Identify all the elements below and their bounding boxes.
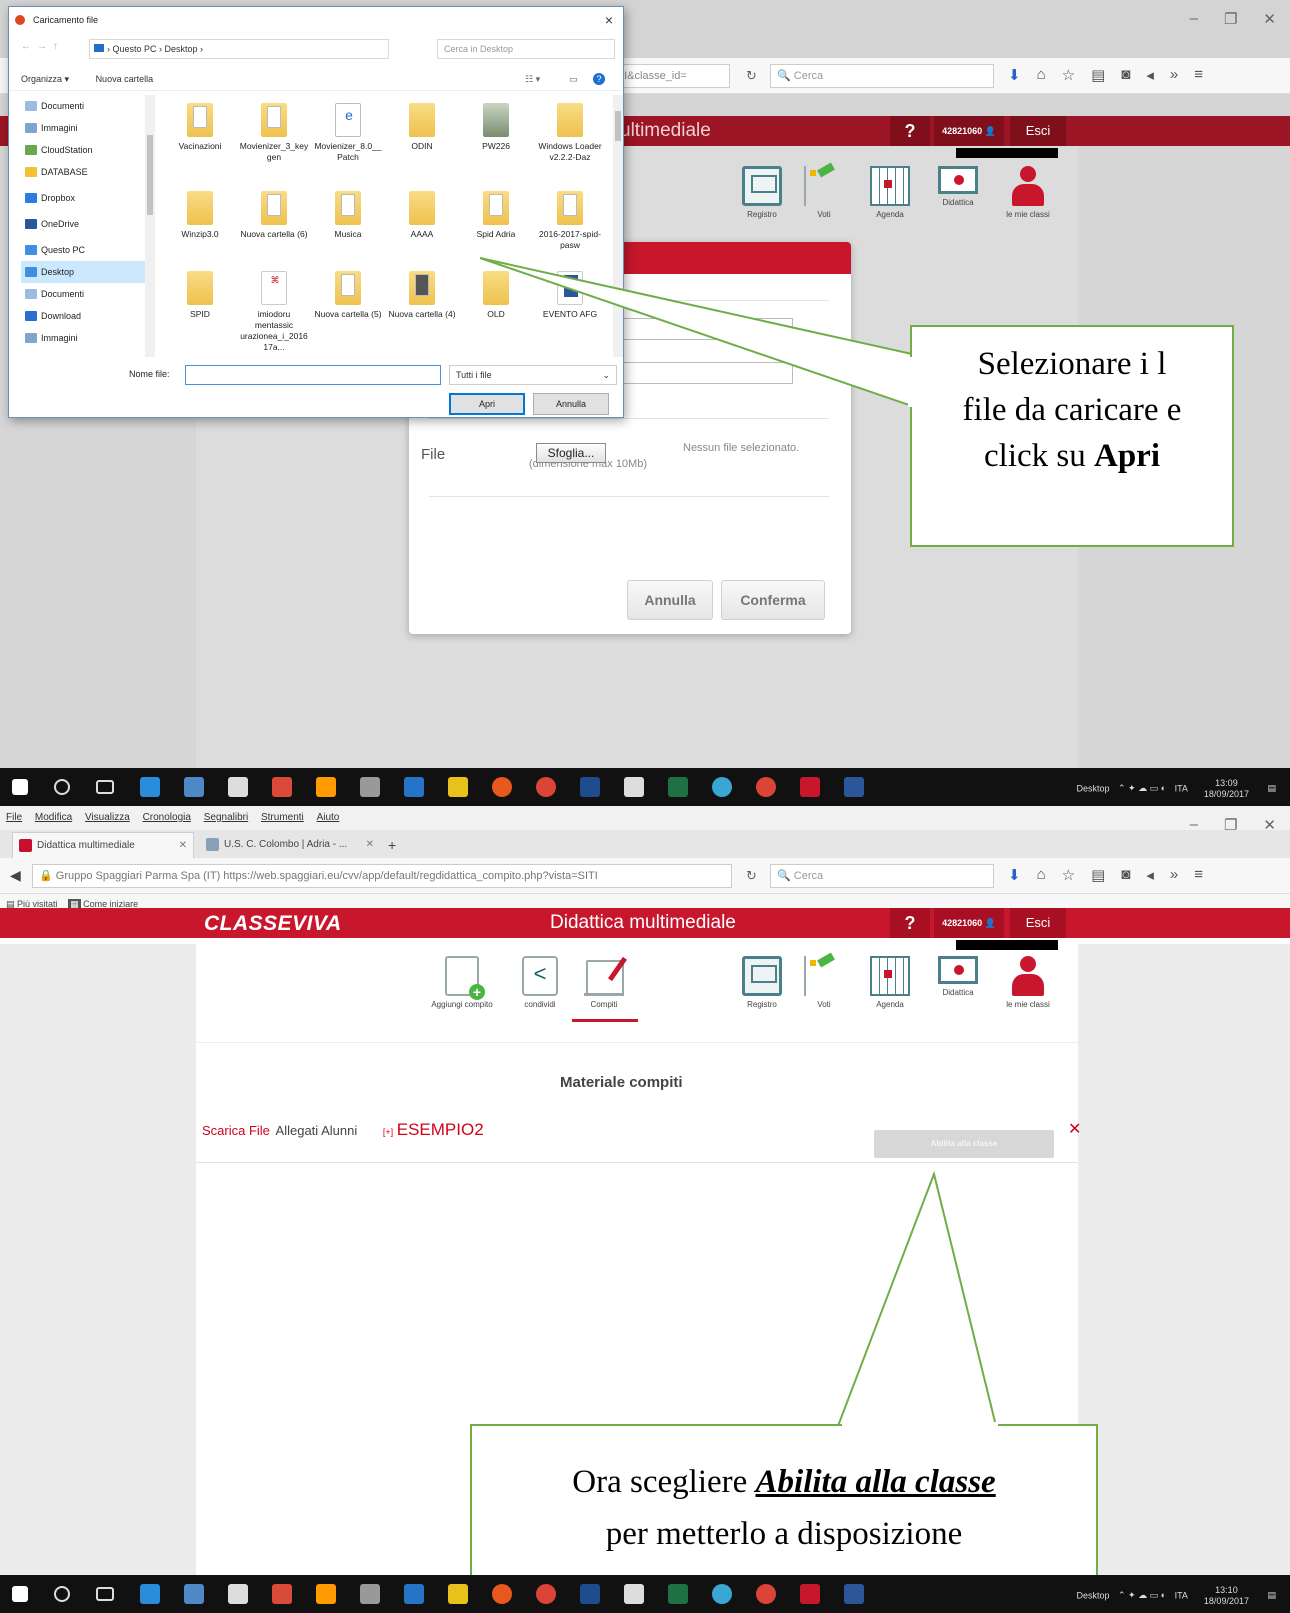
notification-icon[interactable]: ▤	[1267, 1590, 1276, 1600]
word-icon[interactable]	[844, 1584, 864, 1604]
windows-start-icon[interactable]	[12, 1586, 28, 1602]
task-view-icon[interactable]	[96, 1587, 114, 1601]
illustrator-icon[interactable]	[316, 1584, 336, 1604]
clock[interactable]: 13:10 18/09/2017	[1204, 1585, 1249, 1607]
tray-icons[interactable]: ⌃ ✦ ☁ ▭ ◐	[1118, 1590, 1166, 1600]
acrobat-icon[interactable]	[800, 1584, 820, 1604]
language-indicator[interactable]: ITA	[1175, 1590, 1188, 1600]
callout-enable-class: Ora scegliere Abilita alla classe per me…	[470, 1422, 1098, 1600]
excel-icon[interactable]	[668, 1584, 688, 1604]
store-icon[interactable]	[228, 1584, 248, 1604]
office-icon[interactable]	[272, 1584, 292, 1604]
callout-line: per metterlo a disposizione	[605, 1516, 963, 1552]
calculator-icon[interactable]	[360, 1584, 380, 1604]
callout-emphasis: Abilita alla classe	[755, 1464, 996, 1500]
firefox-icon[interactable]	[492, 1584, 512, 1604]
system-tray: Desktop ⌃ ✦ ☁ ▭ ◐ ITA 13:10 18/09/2017 ▤	[1076, 1585, 1276, 1607]
mail-icon[interactable]	[624, 1584, 644, 1604]
search-icon[interactable]	[54, 1586, 70, 1602]
photoshop-icon[interactable]	[580, 1584, 600, 1604]
callout-pointer-2	[836, 1170, 998, 1427]
desktop-toolbar[interactable]: Desktop	[1076, 1590, 1109, 1600]
callout-line: Ora scegliere Abilita alla classe	[472, 1456, 1096, 1508]
chrome-icon[interactable]	[536, 1584, 556, 1604]
app-icon[interactable]	[712, 1584, 732, 1604]
chrome-icon[interactable]	[756, 1584, 776, 1604]
clock-date: 18/09/2017	[1203, 1596, 1249, 1606]
taskbar: Desktop ⌃ ✦ ☁ ▭ ◐ ITA 13:10 18/09/2017 ▤	[0, 1575, 1290, 1613]
edge-icon[interactable]	[140, 1584, 160, 1604]
network-app-icon[interactable]	[404, 1584, 424, 1604]
explorer-icon[interactable]	[184, 1584, 204, 1604]
callout-text: Ora scegliere	[572, 1464, 756, 1500]
clock-time: 13:10	[1215, 1585, 1238, 1595]
notes-icon[interactable]	[448, 1584, 468, 1604]
